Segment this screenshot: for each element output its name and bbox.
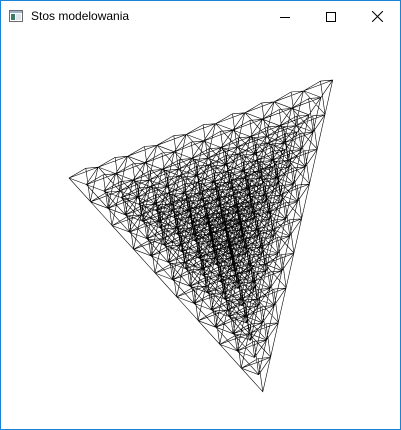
close-button[interactable] [354,1,400,32]
pyramid-lattice-render [68,79,334,393]
minimize-icon [280,16,290,18]
render-canvas[interactable] [1,32,400,429]
title-bar[interactable]: Stos modelowania [1,1,400,32]
window-title: Stos modelowania [31,9,130,23]
maximize-button[interactable] [308,1,354,32]
minimize-button[interactable] [262,1,308,32]
close-icon [371,11,383,22]
app-window-icon [9,10,23,22]
pyramid-wireframe [68,79,334,393]
maximize-icon [326,11,336,22]
app-window: Stos modelowania [0,0,401,430]
